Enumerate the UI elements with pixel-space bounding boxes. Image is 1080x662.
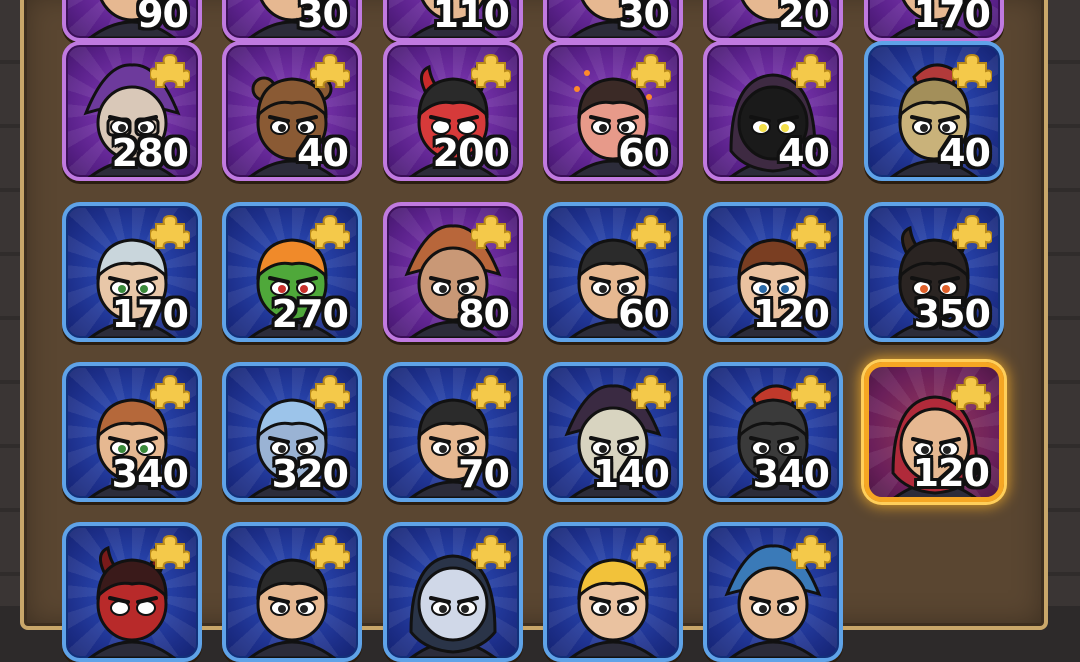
hero-shard-card-witch[interactable]: 280 — [62, 41, 202, 181]
shard-count: 110 — [432, 0, 510, 36]
hero-shard-card-scarface[interactable]: 70 — [383, 362, 523, 502]
puzzle-piece-icon — [631, 53, 671, 88]
puzzle-piece-icon — [791, 374, 831, 409]
shard-count: 320 — [271, 452, 349, 496]
shard-count: 120 — [752, 292, 830, 336]
hero-shard-grid: 90 30 110 30 20 170 280 40 200 60 40 40 170 270 80 60 12… — [0, 0, 1080, 662]
puzzle-piece-icon — [631, 534, 671, 569]
shard-count: 170 — [913, 0, 991, 36]
hero-shard-card-spartan[interactable]: 40 — [864, 41, 1004, 181]
hero-shard-card-flower-girl[interactable]: 170 — [62, 202, 202, 342]
puzzle-piece-icon — [471, 374, 511, 409]
shard-count: 40 — [939, 131, 991, 175]
shard-count: 170 — [111, 292, 189, 336]
hero-shard-card-hero-portrait[interactable]: 90 — [62, 0, 202, 42]
shard-count: 30 — [297, 0, 349, 36]
shard-count: 120 — [912, 451, 990, 495]
hero-shard-card-iron-knight[interactable]: 340 — [703, 362, 843, 502]
puzzle-piece-icon — [951, 375, 991, 410]
hero-shard-card-hero-portrait[interactable]: 30 — [543, 0, 683, 42]
hero-shard-card-shadow-hood[interactable]: 40 — [703, 41, 843, 181]
shard-count: 70 — [458, 452, 510, 496]
puzzle-piece-icon — [631, 374, 671, 409]
hero-shard-card-elf[interactable]: 340 — [62, 362, 202, 502]
puzzle-piece-icon — [471, 214, 511, 249]
puzzle-piece-icon — [471, 534, 511, 569]
shard-count: 30 — [618, 0, 670, 36]
hero-shard-card-blue-hat[interactable] — [703, 522, 843, 662]
hero-shard-card-burnt[interactable]: 60 — [543, 41, 683, 181]
hero-shard-card-blonde[interactable] — [543, 522, 683, 662]
hero-shard-card-demon[interactable]: 200 — [383, 41, 523, 181]
puzzle-piece-icon — [952, 53, 992, 88]
hero-shard-card-dark-hood[interactable] — [383, 522, 523, 662]
shard-count: 80 — [458, 292, 510, 336]
puzzle-piece-icon — [310, 214, 350, 249]
puzzle-piece-icon — [310, 374, 350, 409]
hero-shard-card-hero-portrait[interactable]: 110 — [383, 0, 523, 42]
hero-shard-card-turban[interactable]: 80 — [383, 202, 523, 342]
hero-shard-card-soldier[interactable]: 60 — [543, 202, 683, 342]
hero-shard-card-orc-girl[interactable]: 270 — [222, 202, 362, 342]
hero-shard-card-pirate-skull[interactable]: 140 — [543, 362, 683, 502]
shard-count: 140 — [592, 452, 670, 496]
puzzle-piece-icon — [791, 53, 831, 88]
shard-count: 40 — [778, 131, 830, 175]
hero-shard-card-ninja[interactable] — [222, 522, 362, 662]
hero-shard-card-dark-helm[interactable]: 350 — [864, 202, 1004, 342]
shard-count: 20 — [778, 0, 830, 36]
hero-shard-card-red-hood[interactable]: 120 — [864, 362, 1004, 502]
puzzle-piece-icon — [631, 214, 671, 249]
puzzle-piece-icon — [791, 534, 831, 569]
shard-count: 200 — [432, 131, 510, 175]
shard-count: 350 — [913, 292, 991, 336]
hero-shard-card-hero-portrait[interactable]: 20 — [703, 0, 843, 42]
shard-count: 90 — [137, 0, 189, 36]
puzzle-piece-icon — [150, 374, 190, 409]
puzzle-piece-icon — [310, 53, 350, 88]
hero-shard-card-hero-portrait[interactable]: 30 — [222, 0, 362, 42]
hero-shard-card-red-devil[interactable] — [62, 522, 202, 662]
hero-shard-card-hero-portrait[interactable]: 170 — [864, 0, 1004, 42]
shard-count: 280 — [111, 131, 189, 175]
puzzle-piece-icon — [791, 214, 831, 249]
puzzle-piece-icon — [310, 534, 350, 569]
hero-shard-card-brunette[interactable]: 120 — [703, 202, 843, 342]
hero-shard-card-bear[interactable]: 40 — [222, 41, 362, 181]
shard-count: 60 — [618, 131, 670, 175]
hero-shard-card-ice-hair[interactable]: 320 — [222, 362, 362, 502]
puzzle-piece-icon — [471, 53, 511, 88]
puzzle-piece-icon — [150, 53, 190, 88]
puzzle-piece-icon — [150, 534, 190, 569]
shard-count: 340 — [752, 452, 830, 496]
shard-count: 270 — [271, 292, 349, 336]
shard-count: 40 — [297, 131, 349, 175]
puzzle-piece-icon — [150, 214, 190, 249]
shard-count: 340 — [111, 452, 189, 496]
puzzle-piece-icon — [952, 214, 992, 249]
shard-count: 60 — [618, 292, 670, 336]
